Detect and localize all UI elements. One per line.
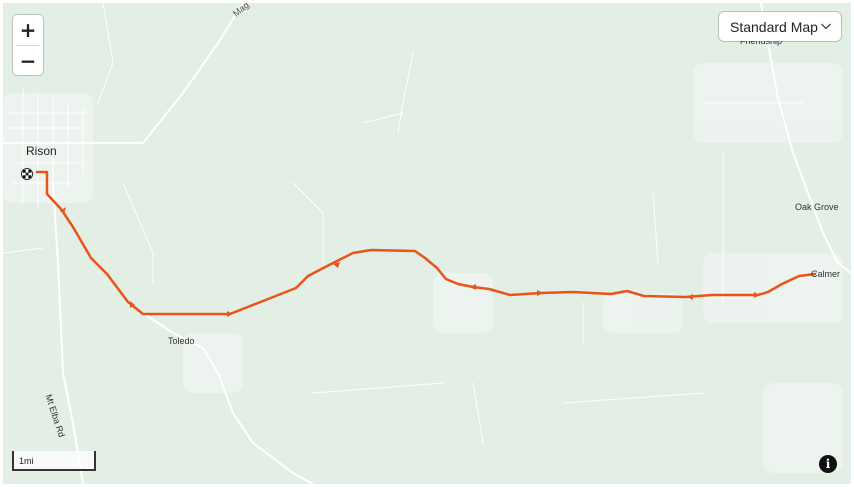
chevron-down-icon xyxy=(821,23,831,30)
map-style-value: Standard Map xyxy=(730,18,818,35)
checkered-flag-icon xyxy=(21,168,33,180)
route-arrow xyxy=(537,290,543,296)
place-label-oak-grove: Oak Grove xyxy=(795,202,839,212)
scale-bar: 1mi xyxy=(12,451,96,471)
map-base xyxy=(3,3,851,484)
zoom-in-button[interactable]: + xyxy=(13,15,43,45)
place-label-toledo: Toledo xyxy=(168,336,195,346)
zoom-out-button[interactable]: − xyxy=(13,46,43,76)
place-label-calmer: Calmer xyxy=(811,269,841,279)
place-label-rison: Rison xyxy=(26,144,57,158)
map-style-select[interactable]: Standard Map xyxy=(719,12,841,41)
route-line xyxy=(35,170,817,316)
zoom-control: + − xyxy=(13,15,43,75)
terrain-patches xyxy=(3,63,843,473)
scale-bar-label: 1mi xyxy=(19,456,34,466)
route-arrow xyxy=(687,294,693,300)
map-view[interactable]: Rison Toledo Friendship Oak Grove Calmer… xyxy=(3,3,851,484)
info-icon[interactable]: i xyxy=(819,455,837,473)
